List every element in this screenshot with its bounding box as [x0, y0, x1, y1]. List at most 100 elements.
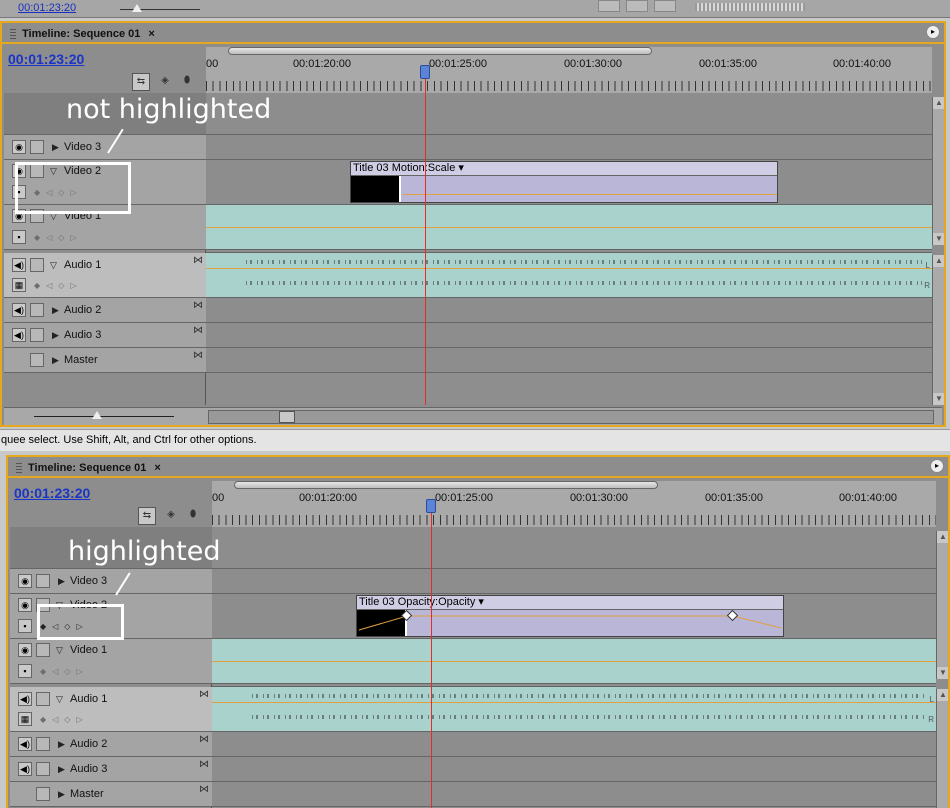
- sync-lock-icon[interactable]: ⋈: [199, 734, 209, 745]
- zoom-slider-knob[interactable]: [92, 411, 102, 419]
- sync-lock-icon[interactable]: ⋈: [199, 759, 209, 770]
- horizontal-scrollbar[interactable]: [208, 410, 934, 424]
- title-clip[interactable]: Title 03 Motion:Scale ▾: [350, 161, 778, 203]
- lane-audio-3[interactable]: [212, 757, 936, 782]
- display-style-icon[interactable]: ▦: [12, 278, 26, 292]
- keyframe-navigator-icon[interactable]: ◆◁◇▷: [34, 281, 83, 290]
- playhead-icon[interactable]: [420, 65, 430, 79]
- extract-button[interactable]: [626, 0, 648, 12]
- lift-button[interactable]: [598, 0, 620, 12]
- expand-triangle-icon[interactable]: ▶: [58, 739, 65, 750]
- panel-menu-icon[interactable]: ▸: [926, 25, 940, 39]
- playhead-line[interactable]: [425, 93, 426, 405]
- playhead-icon[interactable]: [426, 499, 436, 513]
- eye-icon[interactable]: ◉: [18, 643, 32, 657]
- lane-video-2[interactable]: Title 03 Opacity:Opacity ▾: [212, 594, 936, 639]
- expand-triangle-icon[interactable]: ▶: [58, 576, 65, 587]
- marker-icon[interactable]: ◈: [156, 73, 174, 91]
- time-ruler[interactable]: 00 00:01:20:00 00:01:25:00 00:01:30:00 0…: [212, 481, 936, 530]
- close-icon[interactable]: ×: [148, 28, 154, 40]
- track-header-video-3[interactable]: ◉ ▶ Video 3: [10, 569, 212, 594]
- track-header-audio-2[interactable]: ◀) ▶ Audio 2 ⋈: [10, 732, 212, 757]
- lane-master[interactable]: [206, 348, 932, 373]
- audio-vertical-scrollbar[interactable]: ▲ ▼: [932, 255, 944, 405]
- speaker-icon[interactable]: ◀): [12, 258, 26, 272]
- track-header-video-3[interactable]: ◉ ▶ Video 3: [4, 135, 206, 160]
- keyframe-navigator-icon[interactable]: ◆◁◇▷: [34, 233, 83, 242]
- track-header-master[interactable]: ▶ Master ⋈: [4, 348, 206, 373]
- video-vertical-scrollbar[interactable]: ▲ ▼: [932, 97, 944, 245]
- marker-icon[interactable]: ◈: [162, 507, 180, 525]
- lane-video-3[interactable]: [212, 569, 936, 594]
- snap-icon[interactable]: ⇆: [132, 73, 150, 91]
- lock-icon[interactable]: [36, 762, 50, 776]
- expand-triangle-icon[interactable]: ▶: [52, 305, 59, 316]
- jog-shuttle[interactable]: [695, 3, 805, 11]
- sync-lock-icon[interactable]: ⋈: [199, 689, 209, 700]
- display-style-icon[interactable]: ▪: [18, 664, 32, 678]
- collapse-triangle-icon[interactable]: ▽: [50, 260, 57, 271]
- lock-icon[interactable]: [36, 574, 50, 588]
- lock-icon[interactable]: [36, 787, 50, 801]
- track-header-audio-2[interactable]: ◀) ▶ Audio 2 ⋈: [4, 298, 206, 323]
- video-vertical-scrollbar[interactable]: ▲ ▼: [936, 531, 948, 679]
- expand-triangle-icon[interactable]: ▶: [52, 330, 59, 341]
- lane-audio-3[interactable]: [206, 323, 932, 348]
- close-icon[interactable]: ×: [154, 462, 160, 474]
- audio-vertical-scrollbar[interactable]: ▲: [936, 689, 948, 808]
- timeline-tab[interactable]: Timeline: Sequence 01 ×: [8, 26, 161, 42]
- lock-icon[interactable]: [30, 303, 44, 317]
- track-header-audio-1[interactable]: ◀) ▽ Audio 1 ⋈ ▦ ◆◁◇▷: [10, 687, 212, 732]
- sync-lock-icon[interactable]: ⋈: [193, 325, 203, 336]
- keyframe-navigator-icon[interactable]: ◆◁◇▷: [40, 715, 89, 724]
- tab-grip-icon[interactable]: [16, 463, 22, 473]
- display-style-icon[interactable]: ▦: [18, 712, 32, 726]
- clip-label[interactable]: Title 03 Motion:Scale ▾: [351, 162, 777, 176]
- speaker-icon[interactable]: ◀): [18, 737, 32, 751]
- track-header-audio-3[interactable]: ◀) ▶ Audio 3 ⋈: [4, 323, 206, 348]
- collapse-triangle-icon[interactable]: ▽: [56, 694, 63, 705]
- lock-icon[interactable]: [30, 353, 44, 367]
- sync-lock-icon[interactable]: ⋈: [193, 255, 203, 266]
- lane-audio-2[interactable]: [206, 298, 932, 323]
- lock-icon[interactable]: [36, 643, 50, 657]
- eye-icon[interactable]: ◉: [12, 140, 26, 154]
- lock-icon[interactable]: [30, 140, 44, 154]
- timeline-tab[interactable]: Timeline: Sequence 01 ×: [14, 460, 167, 476]
- eye-icon[interactable]: ◉: [18, 574, 32, 588]
- display-style-icon[interactable]: ▪: [18, 619, 32, 633]
- snap-icon[interactable]: ⇆: [138, 507, 156, 525]
- panel-menu-icon[interactable]: ▸: [930, 459, 944, 473]
- lane-video-1[interactable]: [212, 639, 936, 684]
- eye-icon[interactable]: ◉: [18, 598, 32, 612]
- lane-video-2[interactable]: Title 03 Motion:Scale ▾: [206, 160, 932, 205]
- zoom-slider[interactable]: [108, 2, 278, 14]
- speaker-icon[interactable]: ◀): [12, 328, 26, 342]
- collapse-triangle-icon[interactable]: ▽: [56, 645, 63, 656]
- lane-master[interactable]: [212, 782, 936, 807]
- display-style-icon[interactable]: ▪: [12, 230, 26, 244]
- track-header-audio-1[interactable]: ◀) ▽ Audio 1 ⋈ ▦ ◆◁◇▷: [4, 253, 206, 298]
- clip-label[interactable]: Title 03 Opacity:Opacity ▾: [357, 596, 783, 610]
- track-header-video-1[interactable]: ◉ ▽ Video 1 ▪ ◆◁◇▷: [10, 639, 212, 684]
- sequence-timecode[interactable]: 00:01:23:20: [14, 485, 90, 501]
- sync-lock-icon[interactable]: ⋈: [193, 300, 203, 311]
- viewing-area-bar[interactable]: [228, 47, 652, 55]
- program-timecode[interactable]: 00:01:23:20: [18, 2, 76, 14]
- lane-video-1[interactable]: [206, 205, 932, 250]
- keyframe-navigator-icon[interactable]: ◆◁◇▷: [40, 667, 89, 676]
- lock-icon[interactable]: [36, 692, 50, 706]
- expand-triangle-icon[interactable]: ▶: [52, 142, 59, 153]
- expand-triangle-icon[interactable]: ▶: [58, 789, 65, 800]
- track-area[interactable]: Title 03 Motion:Scale ▾ L R: [206, 93, 932, 405]
- track-header-master[interactable]: ▶ Master ⋈: [10, 782, 212, 807]
- expand-triangle-icon[interactable]: ▶: [58, 764, 65, 775]
- speaker-icon[interactable]: ◀): [18, 692, 32, 706]
- opacity-keyframe-graph[interactable]: [357, 610, 783, 636]
- lane-video-3[interactable]: [206, 135, 932, 160]
- lock-icon[interactable]: [30, 328, 44, 342]
- expand-triangle-icon[interactable]: ▶: [52, 355, 59, 366]
- export-frame-button[interactable]: [654, 0, 676, 12]
- lock-icon[interactable]: [36, 737, 50, 751]
- set-marker-icon[interactable]: ⬮: [184, 507, 202, 525]
